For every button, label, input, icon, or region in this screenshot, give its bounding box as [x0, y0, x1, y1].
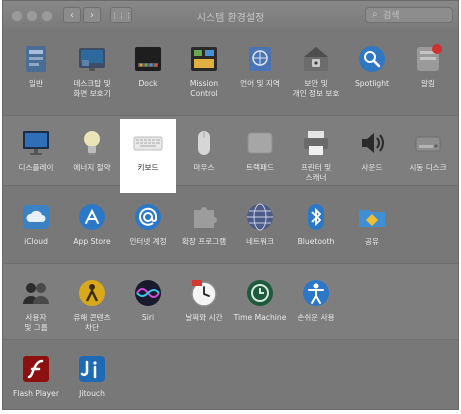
- app-store-icon: [76, 201, 108, 233]
- pref-pane-label: 손쉬운 사용: [297, 313, 335, 322]
- spotlight-icon: [356, 43, 388, 75]
- pref-pane-mission[interactable]: Mission Control: [176, 35, 232, 109]
- pref-pane-mouse[interactable]: 마우스: [176, 119, 232, 193]
- accessibility-icon: [300, 277, 332, 309]
- pref-pane-label: 알림: [421, 79, 435, 88]
- system-preferences-window: ‹ › ⋮⋮⋮ 시스템 환경설정 ⌕ 일반 데스크탑 및 화면 보호기 Dock Mi…: [2, 0, 459, 410]
- pref-pane-label: 트랙패드: [246, 163, 274, 172]
- pref-pane-label: 마우스: [193, 163, 215, 172]
- pref-pane-flash[interactable]: Flash Player: [8, 345, 64, 409]
- pref-pane-label: iCloud: [24, 237, 48, 246]
- flag-icon: [244, 43, 276, 75]
- pref-pane-desktop[interactable]: 데스크탑 및 화면 보호기: [64, 35, 120, 109]
- general-icon: [20, 43, 52, 75]
- pref-pane-label: 확장 프로그램: [181, 237, 227, 246]
- search-field[interactable]: ⌕: [365, 7, 453, 23]
- pref-pane-jitouch[interactable]: Jitouch: [64, 345, 120, 409]
- mission-control-icon: [188, 43, 220, 75]
- pref-pane-label: App Store: [73, 237, 111, 246]
- pref-pane-label: 키보드: [137, 163, 159, 172]
- pref-pane-accessibility[interactable]: 손쉬운 사용: [288, 269, 344, 343]
- lightbulb-icon: [76, 127, 108, 159]
- pref-pane-label: Siri: [141, 313, 155, 322]
- pref-pane-datetime[interactable]: 날짜와 시간: [176, 269, 232, 343]
- pref-pane-startup[interactable]: 시동 디스크: [400, 119, 456, 193]
- pref-pane-energy[interactable]: 에너지 절약: [64, 119, 120, 193]
- pref-pane-dock[interactable]: Dock: [120, 35, 176, 109]
- pref-pane-siri[interactable]: Siri: [120, 269, 176, 343]
- pref-pane-label: 데스크탑 및 화면 보호기: [73, 79, 111, 98]
- speaker-icon: [356, 127, 388, 159]
- pref-pane-keyboard[interactable]: 키보드: [120, 119, 176, 193]
- flash-icon: [20, 353, 52, 385]
- house-lock-icon: [300, 43, 332, 75]
- pref-pane-printers[interactable]: 프린터 및 스캐너: [288, 119, 344, 193]
- dock-icon: [132, 43, 164, 75]
- pref-pane-label: 프린터 및 스캐너: [300, 163, 332, 182]
- search-icon: ⌕: [372, 9, 378, 20]
- pref-pane-icloud[interactable]: iCloud: [8, 193, 64, 267]
- pref-pane-bluetooth[interactable]: Bluetooth: [288, 193, 344, 267]
- pref-pane-label: 사용자 및 그룹: [24, 313, 48, 332]
- pref-pane-label: 날짜와 시간: [185, 313, 223, 322]
- pref-pane-language[interactable]: 언어 및 지역: [232, 35, 288, 109]
- bluetooth-icon: [300, 201, 332, 233]
- keyboard-icon: [132, 127, 164, 159]
- pref-pane-label: 시동 디스크: [409, 163, 447, 172]
- pref-pane-label: 유해 콘텐츠 차단: [73, 313, 111, 332]
- pref-pane-timemachine[interactable]: Time Machine: [232, 269, 288, 343]
- trackpad-icon: [244, 127, 276, 159]
- pref-pane-extensions[interactable]: 확장 프로그램: [176, 193, 232, 267]
- at-sign-icon: [132, 201, 164, 233]
- disk-icon: [412, 127, 444, 159]
- parental-controls-icon: [76, 277, 108, 309]
- siri-icon: [132, 277, 164, 309]
- title-bar: ‹ › ⋮⋮⋮ 시스템 환경설정 ⌕: [3, 1, 458, 30]
- pref-pane-label: 공유: [365, 237, 379, 246]
- pref-pane-sound[interactable]: 사운드: [344, 119, 400, 193]
- clock-icon: [188, 277, 220, 309]
- pref-pane-notifications[interactable]: 알림: [400, 35, 456, 109]
- pref-pane-label: Spotlight: [354, 79, 390, 88]
- mouse-icon: [188, 127, 220, 159]
- notifications-icon: [412, 43, 444, 75]
- shared-folder-icon: [356, 201, 388, 233]
- pref-pane-network[interactable]: 네트워크: [232, 193, 288, 267]
- pref-pane-label: 에너지 절약: [73, 163, 111, 172]
- pref-pane-label: Dock: [138, 79, 158, 88]
- pref-pane-label: 보안 및 개인 정보 보호: [292, 79, 340, 98]
- printer-icon: [300, 127, 332, 159]
- search-input[interactable]: [383, 9, 449, 21]
- pref-pane-label: Flash Player: [13, 389, 59, 398]
- pref-pane-spotlight[interactable]: Spotlight: [344, 35, 400, 109]
- pref-pane-trackpad[interactable]: 트랙패드: [232, 119, 288, 193]
- pref-pane-general[interactable]: 일반: [8, 35, 64, 109]
- puzzle-icon: [188, 201, 220, 233]
- jitouch-icon: [76, 353, 108, 385]
- display-icon: [20, 127, 52, 159]
- icloud-icon: [20, 201, 52, 233]
- pref-pane-sharing[interactable]: 공유: [344, 193, 400, 267]
- pref-pane-displays[interactable]: 디스플레이: [8, 119, 64, 193]
- pref-pane-label: 인터넷 계정: [129, 237, 167, 246]
- pref-pane-internet[interactable]: 인터넷 계정: [120, 193, 176, 267]
- pref-pane-label: 디스플레이: [18, 163, 54, 172]
- pref-pane-label: Bluetooth: [297, 237, 335, 246]
- pref-pane-security[interactable]: 보안 및 개인 정보 보호: [288, 35, 344, 109]
- pref-pane-label: 네트워크: [246, 237, 274, 246]
- desktop-icon: [76, 43, 108, 75]
- time-machine-icon: [244, 277, 276, 309]
- pref-pane-label: Jitouch: [79, 389, 105, 398]
- pref-pane-label: Time Machine: [233, 313, 287, 322]
- users-icon: [20, 277, 52, 309]
- pref-pane-label: 언어 및 지역: [240, 79, 280, 88]
- pref-pane-users[interactable]: 사용자 및 그룹: [8, 269, 64, 343]
- pref-pane-appstore[interactable]: App Store: [64, 193, 120, 267]
- pref-pane-label: 사운드: [361, 163, 383, 172]
- pref-pane-label: Mission Control: [189, 79, 219, 98]
- pref-pane-parental[interactable]: 유해 콘텐츠 차단: [64, 269, 120, 343]
- globe-icon: [244, 201, 276, 233]
- pref-pane-label: 일반: [29, 79, 43, 88]
